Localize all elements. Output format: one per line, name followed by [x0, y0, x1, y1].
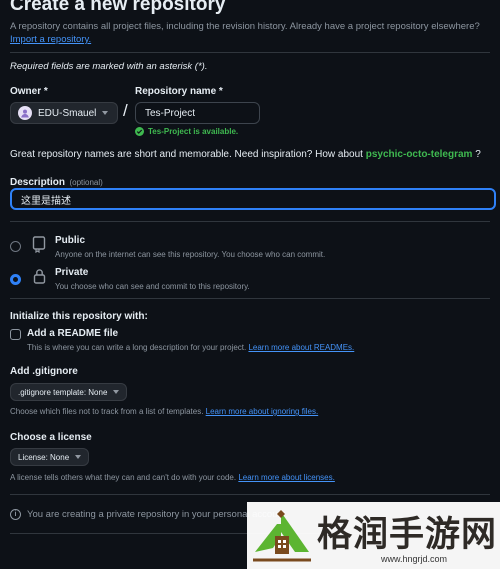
watermark-logo — [251, 506, 313, 569]
watermark-url: www.hngrjd.com — [381, 554, 448, 564]
divider — [10, 298, 490, 299]
public-label[interactable]: Public — [55, 235, 85, 246]
chevron-down-icon — [113, 390, 120, 394]
license-heading: Choose a license — [10, 432, 92, 443]
page-subtitle: A repository contains all project files,… — [10, 20, 490, 46]
ignoring-files-link[interactable]: Learn more about ignoring files. — [206, 407, 319, 416]
page-title: Create a new repository — [10, 0, 226, 15]
readme-label[interactable]: Add a README file — [27, 328, 118, 339]
owner-dropdown[interactable]: EDU-Smauel — [10, 102, 118, 124]
private-description: You choose who can see and commit to thi… — [55, 282, 250, 291]
check-circle-icon — [135, 127, 144, 136]
inspiration-line: Great repository names are short and mem… — [10, 149, 481, 160]
license-description-row: A license tells others what they can and… — [10, 473, 335, 482]
lock-icon — [33, 268, 46, 289]
info-icon: i — [10, 509, 21, 520]
private-label[interactable]: Private — [55, 267, 88, 278]
availability-message: Tes-Project is available. — [135, 127, 238, 136]
gitignore-description: Choose which files not to track from a l… — [10, 407, 204, 416]
description-label: Description — [10, 177, 66, 188]
avatar — [18, 106, 32, 120]
suggested-name-link[interactable]: psychic-octo-telegram — [366, 149, 473, 160]
gitignore-button-label: .gitignore template: None — [18, 387, 108, 397]
import-repository-link[interactable]: Import a repository. — [10, 34, 91, 45]
site-watermark: 格润手游网 www.hngrjd.com — [247, 502, 500, 569]
public-radio[interactable] — [10, 241, 21, 252]
repo-public-icon — [32, 236, 46, 258]
inspiration-text: Great repository names are short and mem… — [10, 149, 363, 160]
initialize-heading: Initialize this repository with: — [10, 311, 148, 322]
private-radio[interactable] — [10, 274, 21, 285]
readme-checkbox[interactable] — [10, 329, 21, 340]
watermark-name: 格润手游网 — [317, 515, 498, 555]
inspiration-suffix: ? — [475, 149, 481, 160]
owner-repo-separator: / — [123, 101, 128, 120]
divider — [10, 52, 490, 53]
owner-value: EDU-Smauel — [38, 107, 97, 119]
license-description: A license tells others what they can and… — [10, 473, 237, 482]
public-description: Anyone on the internet can see this repo… — [55, 250, 326, 259]
chevron-down-icon — [102, 111, 109, 115]
required-note: Required fields are marked with an aster… — [10, 61, 208, 72]
repo-name-input[interactable]: Tes-Project — [135, 102, 260, 124]
license-dropdown[interactable]: License: None — [10, 448, 90, 466]
gitignore-description-row: Choose which files not to track from a l… — [10, 407, 318, 416]
availability-text: Tes-Project is available. — [148, 127, 239, 136]
license-button-label: License: None — [18, 452, 70, 462]
description-input[interactable]: 这里是描述 — [10, 188, 496, 210]
chevron-down-icon — [75, 455, 82, 459]
readme-learn-more-link[interactable]: Learn more about READMEs. — [248, 343, 354, 352]
repo-name-label: Repository name * — [135, 86, 223, 97]
licenses-link[interactable]: Learn more about licenses. — [238, 473, 335, 482]
readme-description: This is where you can write a long descr… — [27, 343, 247, 352]
divider — [10, 221, 490, 222]
gitignore-heading: Add .gitignore — [10, 366, 78, 377]
readme-description-row: This is where you can write a long descr… — [27, 343, 354, 352]
gitignore-template-dropdown[interactable]: .gitignore template: None — [10, 383, 128, 401]
subtitle-text: A repository contains all project files,… — [10, 21, 480, 32]
owner-label: Owner * — [10, 86, 48, 97]
divider — [10, 494, 490, 495]
optional-tag: (optional) — [69, 178, 103, 187]
